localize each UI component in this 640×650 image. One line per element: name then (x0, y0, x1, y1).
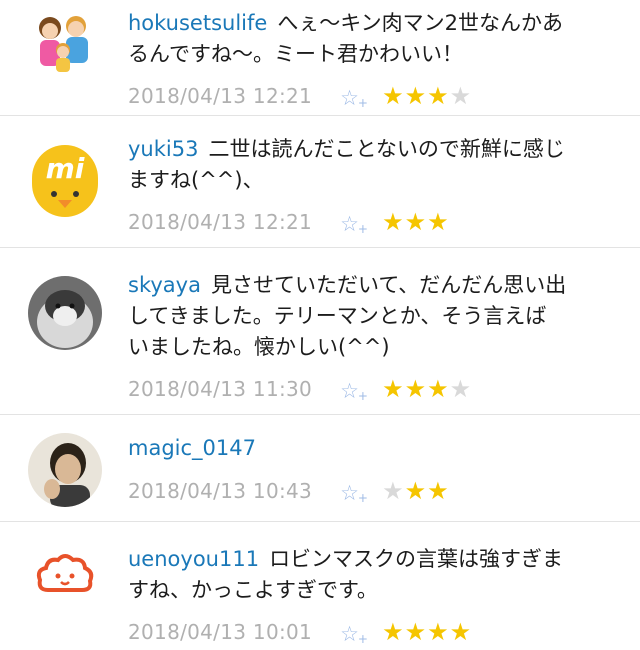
timestamp: 2018/04/13 10:43 (128, 479, 313, 503)
star-filled-icon: ★ (404, 477, 427, 505)
star-filled-icon: ★ (449, 618, 472, 646)
timestamp: 2018/04/13 12:21 (128, 210, 313, 234)
comment-text-line: るんですね〜。ミート君かわいい！ (128, 42, 463, 66)
comment-item: uenoyou111 ロビンマスクの言葉は強すぎま すね、かっこよすぎです。 20… (0, 522, 640, 645)
username[interactable]: uenoyou111 (128, 547, 259, 571)
avatar[interactable] (28, 6, 102, 80)
star-filled-icon: ★ (382, 208, 404, 236)
star-rating: ★ ★ ★ (382, 209, 450, 235)
star-filled-icon: ★ (427, 208, 449, 236)
timestamp: 2018/04/13 10:01 (128, 620, 313, 644)
comment-list: hokusetsulife へぇ〜キン肉マン2世なんかあ るんですね〜。ミート君か… (0, 0, 640, 645)
star-rating: ★ ★ ★ ★ (382, 83, 472, 109)
comment-text-line: ますね(^^)、 (128, 168, 264, 192)
comment-text-line: 見させていただいて、だんだん思い出 (210, 273, 567, 297)
star-filled-icon: ★ (427, 375, 449, 403)
timestamp: 2018/04/13 11:30 (128, 377, 313, 401)
star-plus-icon[interactable]: ☆ + (340, 83, 372, 109)
comment-item: hokusetsulife へぇ〜キン肉マン2世なんかあ るんですね〜。ミート君か… (0, 0, 640, 116)
comment-item: magic_0147 2018/04/13 10:43 ☆ + ★ ★ ★ (0, 415, 640, 522)
star-filled-icon: ★ (404, 208, 427, 236)
star-rating: ★ ★ ★ ★ (382, 619, 472, 645)
comment-text-line: 二世は読んだことないので新鮮に感じ (208, 137, 565, 161)
comment-item: skyaya 見させていただいて、だんだん思い出 してきました。テリーマンとか、そ… (0, 248, 640, 415)
comment-text-line: してきました。テリーマンとか、そう言えば (128, 304, 547, 328)
comment-text-line: ロビンマスクの言葉は強すぎま (269, 547, 564, 571)
star-filled-icon: ★ (404, 618, 427, 646)
star-filled-icon: ★ (427, 82, 449, 110)
star-filled-icon: ★ (382, 82, 404, 110)
username[interactable]: skyaya (128, 273, 201, 297)
timestamp: 2018/04/13 12:21 (128, 84, 313, 108)
cloud-face-avatar-icon (28, 538, 102, 612)
star-plus-icon[interactable]: ☆ + (340, 209, 372, 235)
username[interactable]: magic_0147 (128, 436, 256, 460)
avatar[interactable] (28, 433, 102, 507)
star-empty-icon: ★ (449, 82, 472, 110)
avatar[interactable]: mi (28, 144, 102, 218)
star-empty-icon: ★ (449, 375, 472, 403)
star-filled-icon: ★ (382, 618, 404, 646)
family-avatar-icon (28, 6, 102, 80)
comment-text-line: すね、かっこよすぎです。 (128, 578, 378, 602)
comment-text-line: へぇ〜キン肉マン2世なんかあ (277, 11, 564, 35)
star-plus-icon[interactable]: ☆ + (340, 478, 372, 504)
cat-photo-avatar-icon (28, 276, 102, 350)
username[interactable]: hokusetsulife (128, 11, 267, 35)
avatar-logo-text: mi (46, 152, 85, 185)
star-filled-icon: ★ (427, 477, 449, 505)
star-plus-icon[interactable]: ☆ + (340, 376, 372, 402)
star-plus-icon[interactable]: ☆ + (340, 619, 372, 645)
star-rating: ★ ★ ★ (382, 478, 450, 504)
username[interactable]: yuki53 (128, 137, 198, 161)
star-empty-icon: ★ (382, 477, 404, 505)
comment-item: mi yuki53 二世は読んだことないので新鮮に感じ ますね(^^)、 2018… (0, 116, 640, 248)
mi-logo-avatar-icon: mi (28, 144, 102, 218)
star-rating: ★ ★ ★ ★ (382, 376, 472, 402)
comment-text-line: いましたね。懐かしい(^^) (128, 335, 390, 359)
star-filled-icon: ★ (382, 375, 404, 403)
avatar[interactable] (28, 538, 102, 612)
star-filled-icon: ★ (404, 375, 427, 403)
person-photo-avatar-icon (28, 433, 102, 507)
star-filled-icon: ★ (427, 618, 449, 646)
avatar[interactable] (28, 276, 102, 350)
star-filled-icon: ★ (404, 82, 427, 110)
